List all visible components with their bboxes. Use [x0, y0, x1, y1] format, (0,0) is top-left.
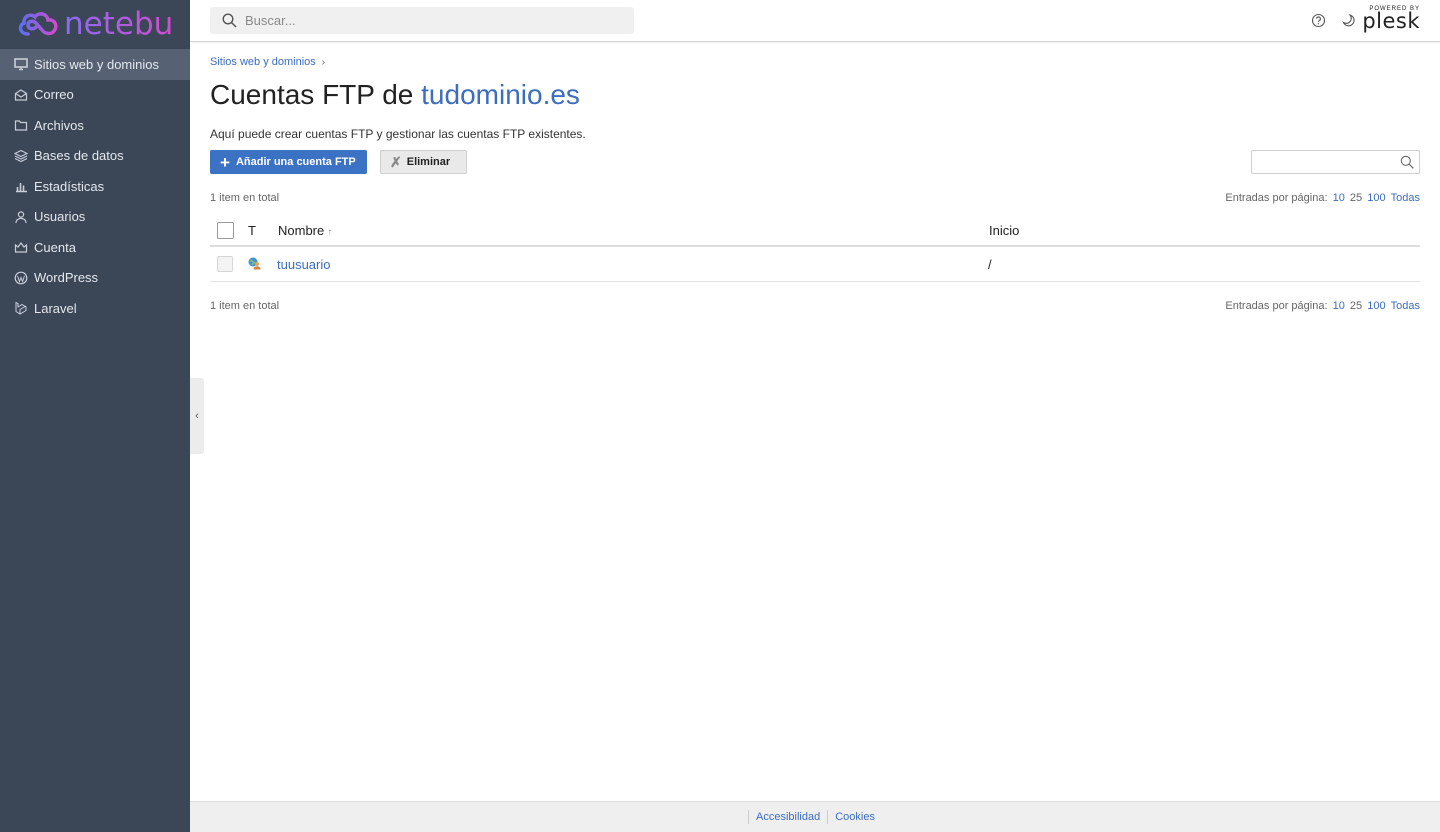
moon-icon[interactable] [1341, 13, 1356, 28]
sidebar-nav: Sitios web y dominios Correo Archivos Ba… [0, 49, 190, 324]
plesk-logo[interactable]: POWERED BY plesk [1362, 6, 1420, 32]
column-header-name[interactable]: Nombre ↑ [278, 223, 989, 238]
add-ftp-account-button[interactable]: + Añadir una cuenta FTP [210, 150, 367, 174]
plus-icon: + [220, 152, 230, 172]
sidebar-item-label: Correo [34, 87, 74, 103]
sidebar-item-estadisticas[interactable]: Estadísticas [0, 171, 190, 202]
toolbar: + Añadir una cuenta FTP ✗ Eliminar [210, 150, 1420, 174]
per-page-label: Entradas por página: [1225, 300, 1328, 312]
column-header-name-label: Nombre [278, 222, 325, 238]
chevron-left-icon: ‹ [195, 410, 199, 422]
sidebar-collapse-toggle[interactable]: ‹ [190, 378, 204, 454]
breadcrumb: Sitios web y dominios › [210, 55, 1420, 69]
sidebar-item-usuarios[interactable]: Usuarios [0, 202, 190, 233]
per-page-option-100[interactable]: 100 [1367, 192, 1385, 204]
accessibility-link[interactable]: Accesibilidad [748, 810, 827, 824]
per-page-option-all[interactable]: Todas [1391, 192, 1420, 204]
top-header: POWERED BY plesk [190, 0, 1440, 42]
chevron-right-icon: › [321, 56, 326, 68]
sidebar: netebu Sitios web y dominios Correo Arch… [0, 0, 190, 832]
sidebar-item-label: Cuenta [34, 239, 76, 255]
sidebar-item-wordpress[interactable]: WordPress [0, 263, 190, 294]
laravel-icon [14, 301, 28, 315]
sidebar-item-correo[interactable]: Correo [0, 80, 190, 111]
per-page-label: Entradas por página: [1225, 192, 1328, 204]
stats-icon [14, 179, 28, 193]
delete-icon: ✗ [390, 153, 402, 170]
delete-label: Eliminar [406, 156, 451, 168]
ftp-accounts-table: T Nombre ↑ Inicio tuusuario / [210, 215, 1420, 282]
mail-icon [14, 88, 28, 102]
total-items: 1 item en total [210, 192, 280, 204]
global-search-input[interactable] [245, 13, 625, 28]
pagination-per-page: Entradas por página: 10 25 100 Todas [1225, 192, 1420, 206]
sidebar-item-laravel[interactable]: Laravel [0, 293, 190, 324]
ftp-user-name-cell: tuusuario [277, 257, 988, 272]
delete-button[interactable]: ✗ Eliminar [380, 150, 467, 174]
folder-icon [14, 118, 28, 132]
footer: Accesibilidad Cookies [190, 801, 1440, 832]
plesk-wordmark: plesk [1362, 9, 1420, 33]
column-header-home[interactable]: Inicio [989, 223, 1420, 238]
account-icon [14, 240, 28, 254]
sidebar-item-label: Usuarios [34, 209, 86, 225]
sidebar-item-sitios-web[interactable]: Sitios web y dominios [0, 49, 190, 80]
search-icon[interactable] [1400, 155, 1414, 169]
wordpress-icon [14, 271, 28, 285]
ftp-user-link[interactable]: tuusuario [277, 257, 330, 272]
list-meta-bottom: 1 item en total Entradas por página: 10 … [210, 300, 1420, 314]
sidebar-item-cuenta[interactable]: Cuenta [0, 232, 190, 263]
sidebar-item-label: Laravel [34, 300, 77, 316]
add-ftp-account-label: Añadir una cuenta FTP [235, 156, 356, 168]
list-meta-top: 1 item en total Entradas por página: 10 … [210, 192, 1420, 206]
ftp-home-cell: / [988, 256, 992, 272]
page-hint: Aquí puede crear cuentas FTP y gestionar… [210, 127, 586, 141]
list-search-input[interactable] [1251, 150, 1420, 174]
sidebar-item-archivos[interactable]: Archivos [0, 110, 190, 141]
search-icon [222, 13, 237, 28]
table-row: tuusuario / [210, 247, 1420, 282]
brand-name: netebu [64, 5, 174, 42]
sidebar-item-label: WordPress [34, 270, 99, 286]
pagination-per-page: Entradas por página: 10 25 100 Todas [1225, 300, 1420, 314]
user-icon [14, 210, 28, 224]
per-page-option-10[interactable]: 10 [1333, 192, 1345, 204]
total-items: 1 item en total [210, 300, 280, 312]
per-page-option-all[interactable]: Todas [1391, 300, 1420, 312]
page-title-prefix: Cuentas FTP de [210, 79, 414, 110]
per-page-option-100[interactable]: 100 [1367, 300, 1385, 312]
page-title-domain-link[interactable]: tudominio.es [421, 79, 580, 110]
sidebar-item-label: Sitios web y dominios [34, 56, 159, 72]
brand-logo[interactable]: netebu [0, 0, 190, 48]
select-all-checkbox[interactable] [217, 221, 234, 239]
ftp-user-type-icon [247, 256, 277, 273]
main-content: Sitios web y dominios › Cuentas FTP de t… [210, 42, 1420, 314]
per-page-option-25[interactable]: 25 [1350, 300, 1362, 312]
sort-ascending-icon: ↑ [327, 226, 333, 238]
sidebar-item-label: Archivos [34, 117, 84, 133]
row-checkbox[interactable] [217, 256, 233, 272]
breadcrumb-link[interactable]: Sitios web y dominios [210, 56, 316, 68]
sidebar-item-bases-de-datos[interactable]: Bases de datos [0, 141, 190, 172]
help-icon[interactable] [1311, 13, 1326, 28]
database-icon [14, 149, 28, 163]
sidebar-item-label: Estadísticas [34, 178, 105, 194]
page-title: Cuentas FTP de tudominio.es [210, 78, 1420, 112]
monitor-icon [14, 57, 28, 71]
table-header: T Nombre ↑ Inicio [210, 215, 1420, 247]
cookies-link[interactable]: Cookies [827, 810, 882, 824]
global-search[interactable] [210, 7, 634, 34]
per-page-option-25[interactable]: 25 [1350, 192, 1362, 204]
column-header-type[interactable]: T [248, 223, 278, 238]
sidebar-item-label: Bases de datos [34, 148, 124, 164]
cloud-logo-icon [18, 12, 58, 36]
per-page-option-10[interactable]: 10 [1333, 300, 1345, 312]
